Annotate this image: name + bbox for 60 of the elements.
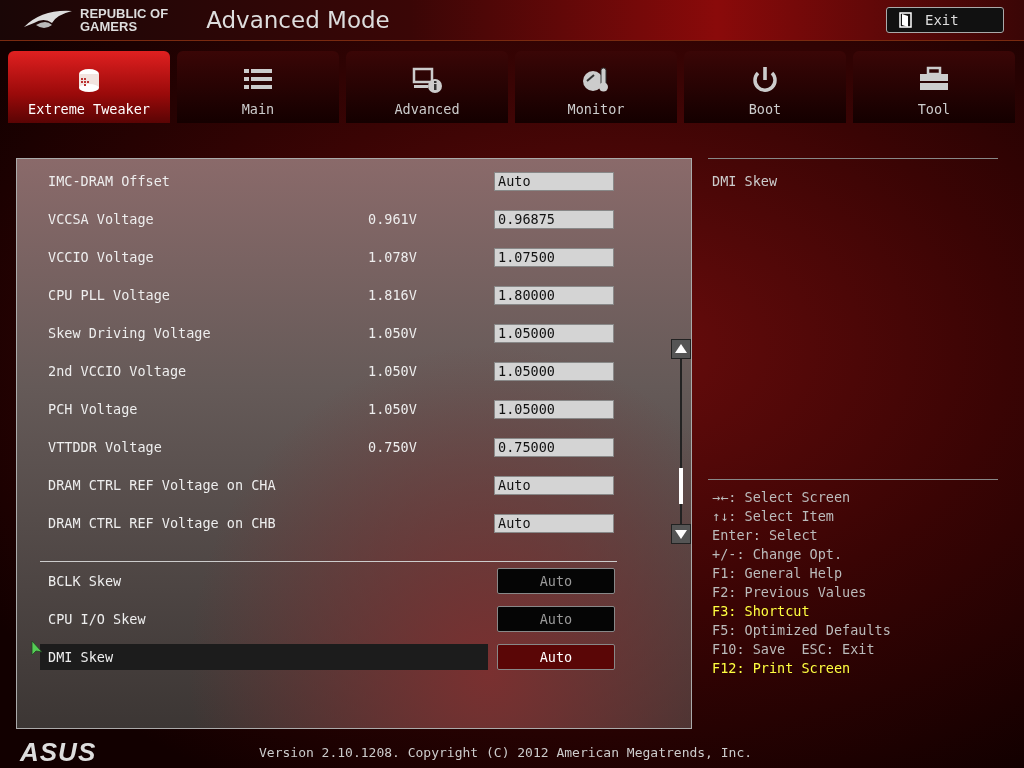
value-field[interactable]: 0.96875 [494, 209, 614, 229]
mouse-cursor-icon [31, 640, 43, 658]
tab[interactable]: Main [177, 51, 339, 123]
tab[interactable]: Boot [684, 51, 846, 123]
setting-label: BCLK Skew [47, 572, 123, 591]
value-button[interactable]: Auto [497, 606, 615, 632]
voltage-reading: 1.816V [368, 287, 417, 303]
value-field[interactable]: 1.80000 [494, 285, 614, 305]
setting-label: VCCSA Voltage [47, 211, 155, 227]
value-button[interactable]: Auto [497, 568, 615, 594]
setting-label: VTTDDR Voltage [47, 439, 163, 455]
value-field[interactable]: 1.05000 [494, 399, 614, 419]
value-field[interactable]: 1.05000 [494, 361, 614, 381]
value-field[interactable]: Auto [494, 171, 614, 191]
shortcut-hint: F10: Save ESC: Exit [712, 640, 876, 659]
setting-label: DRAM CTRL REF Voltage on CHA [47, 477, 277, 493]
highlighted-setting-label: DMI Skew [40, 644, 488, 670]
voltage-reading: 0.750V [368, 439, 417, 455]
tab[interactable]: Extreme Tweaker [8, 51, 170, 123]
help-text: DMI Skew [708, 159, 998, 480]
version-text: Version 2.10.1208. Copyright (C) 2012 American Megatrends, Inc. [259, 744, 753, 760]
shortcut-hint: F1: General Help [712, 564, 844, 583]
shortcut-hint: F12: Print Screen [712, 659, 852, 678]
shortcut-hint: F2: Previous Values [712, 583, 868, 602]
brand-logo: ASUS [20, 736, 98, 768]
voltage-reading: 1.050V [368, 401, 417, 417]
tab[interactable]: Advanced [346, 51, 508, 123]
value-button[interactable]: Auto [497, 644, 615, 670]
value-field[interactable]: 0.75000 [494, 437, 614, 457]
logo-text: REPUBLIC OF [80, 7, 169, 20]
value-field[interactable]: 1.07500 [494, 247, 614, 267]
tab[interactable]: Monitor [515, 51, 677, 123]
monitor-info-icon [411, 65, 443, 93]
value-field[interactable]: 1.05000 [494, 323, 614, 343]
shortcut-hint: +/-: Change Opt. [712, 545, 844, 564]
setting-label: DRAM CTRL REF Voltage on CHB [47, 515, 277, 531]
tab[interactable]: Tool [853, 51, 1015, 123]
toolbox-icon [918, 65, 950, 93]
value-field[interactable]: Auto [494, 513, 614, 533]
voltage-reading: 1.050V [368, 325, 417, 341]
door-icon [899, 12, 913, 28]
voltage-reading: 1.050V [368, 363, 417, 379]
shortcut-hint: →←: Select Screen [712, 488, 852, 507]
mode-title: Advanced Mode [206, 7, 391, 33]
voltage-reading: 0.961V [368, 211, 417, 227]
setting-label: CPU PLL Voltage [47, 287, 171, 303]
shortcut-hint: F5: Optimized Defaults [712, 621, 892, 640]
shortcut-hint: F3: Shortcut [712, 602, 811, 621]
setting-label: PCH Voltage [47, 401, 139, 417]
voltage-reading: 1.078V [368, 249, 417, 265]
setting-label: 2nd VCCIO Voltage [47, 363, 188, 379]
setting-label: VCCIO Voltage [47, 249, 155, 265]
shortcut-hint: Enter: Select [712, 526, 819, 545]
setting-label: IMC-DRAM Offset [47, 173, 171, 189]
logo-text: GAMERS [80, 20, 139, 33]
setting-label: Skew Driving Voltage [47, 325, 212, 341]
value-field[interactable]: Auto [494, 475, 614, 495]
setting-label: CPU I/O Skew [47, 610, 147, 629]
shortcut-hint: ↑↓: Select Item [712, 507, 835, 526]
exit-button[interactable]: Exit [886, 7, 1004, 33]
